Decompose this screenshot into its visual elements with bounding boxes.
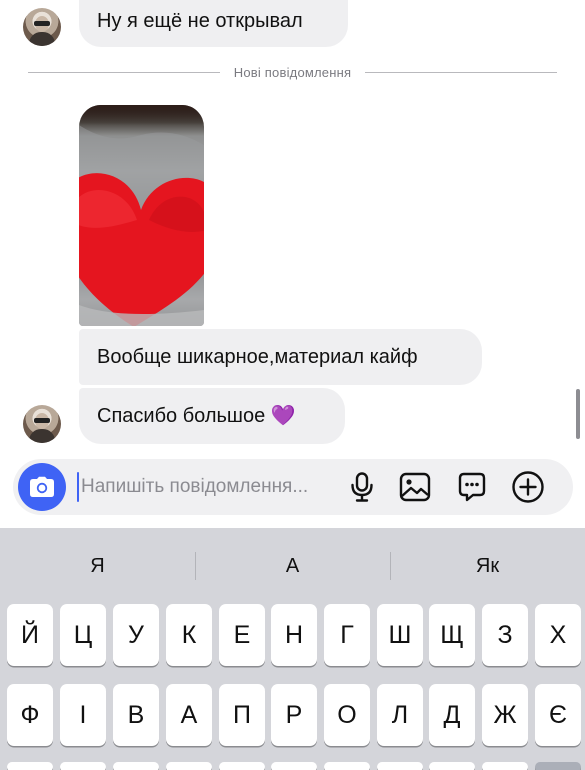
key-partial[interactable]	[219, 762, 265, 770]
predictive-suggestions: Я А Як	[0, 548, 585, 584]
key[interactable]: О	[324, 684, 370, 746]
text-caret	[77, 472, 79, 502]
heart-pillow-image	[79, 125, 204, 326]
key[interactable]: Щ	[429, 604, 475, 666]
key[interactable]: Ж	[482, 684, 528, 746]
more-options-button[interactable]	[510, 469, 546, 505]
key-partial[interactable]	[7, 762, 53, 770]
sticker-button[interactable]	[454, 469, 490, 505]
sender-avatar[interactable]	[23, 8, 61, 46]
key[interactable]: Л	[377, 684, 423, 746]
suggestion-item[interactable]: Як	[390, 548, 585, 584]
chat-thread: Ну я ещё не открывал Нові повідомлення В…	[0, 0, 585, 528]
key[interactable]: Р	[271, 684, 317, 746]
key[interactable]: Є	[535, 684, 581, 746]
key[interactable]: П	[219, 684, 265, 746]
camera-button[interactable]	[18, 463, 66, 511]
message-input[interactable]: Напишіть повідомлення...	[81, 475, 308, 499]
photo-message[interactable]	[79, 105, 204, 326]
key[interactable]: Г	[324, 604, 370, 666]
key[interactable]: Н	[271, 604, 317, 666]
key[interactable]: Й	[7, 604, 53, 666]
key[interactable]: Ц	[60, 604, 106, 666]
plus-circle-icon	[512, 471, 544, 503]
key-partial[interactable]	[113, 762, 159, 770]
key-partial[interactable]	[271, 762, 317, 770]
sender-avatar[interactable]	[23, 405, 61, 443]
message-text: Спасибо большое 💜	[97, 405, 296, 427]
voice-message-button[interactable]	[344, 469, 380, 505]
camera-icon	[30, 476, 54, 497]
backspace-key-partial[interactable]	[535, 762, 581, 770]
key[interactable]: Ф	[7, 684, 53, 746]
new-messages-divider: Нові повідомлення	[28, 62, 557, 82]
key[interactable]: Е	[219, 604, 265, 666]
key[interactable]: К	[166, 604, 212, 666]
scrollbar[interactable]	[576, 389, 580, 439]
divider-line	[365, 71, 557, 73]
key[interactable]: У	[113, 604, 159, 666]
key-partial[interactable]	[324, 762, 370, 770]
sticker-chat-icon	[458, 472, 486, 502]
key[interactable]: Ш	[377, 604, 423, 666]
key-partial[interactable]	[60, 762, 106, 770]
message-bubble[interactable]: Спасибо большое 💜	[79, 388, 345, 444]
key[interactable]: В	[113, 684, 159, 746]
message-bubble[interactable]: Ну я ещё не открывал	[79, 0, 348, 47]
key-partial[interactable]	[429, 762, 475, 770]
microphone-icon	[351, 472, 373, 502]
gallery-icon	[399, 472, 431, 502]
keyboard: Я А Як Й Ц У К Е Н Г Ш Щ З Х Ф І В А П Р…	[0, 528, 585, 770]
suggestion-item[interactable]: Я	[0, 548, 195, 584]
message-bubble[interactable]: Вообще шикарное,материал кайф	[79, 329, 482, 385]
message-composer: Напишіть повідомлення...	[13, 459, 573, 515]
key-partial[interactable]	[166, 762, 212, 770]
key-partial[interactable]	[482, 762, 528, 770]
message-text: Ну я ещё не открывал	[97, 9, 303, 32]
key-partial[interactable]	[377, 762, 423, 770]
gallery-button[interactable]	[397, 469, 433, 505]
suggestion-item[interactable]: А	[195, 548, 390, 584]
message-text: Вообще шикарное,материал кайф	[97, 346, 418, 368]
divider-label: Нові повідомлення	[233, 64, 352, 80]
key[interactable]: З	[482, 604, 528, 666]
key[interactable]: Х	[535, 604, 581, 666]
key[interactable]: Д	[429, 684, 475, 746]
divider-line	[28, 71, 220, 73]
key[interactable]: А	[166, 684, 212, 746]
key[interactable]: І	[60, 684, 106, 746]
